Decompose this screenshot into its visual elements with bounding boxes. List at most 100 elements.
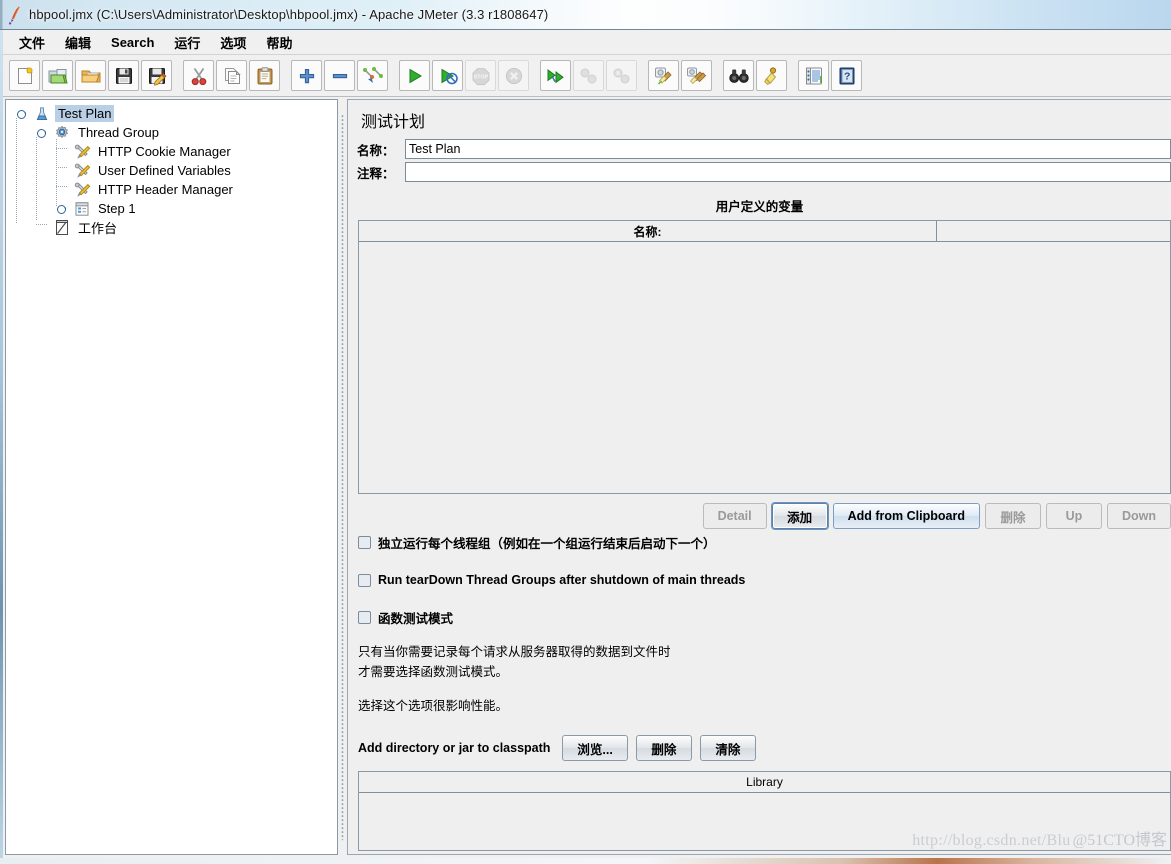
menu-run[interactable]: 运行: [165, 30, 209, 55]
functional-test-mode-row[interactable]: 函数测试模式: [358, 604, 1171, 627]
tree-node-thread-group[interactable]: Thread Group: [14, 123, 337, 142]
tree-connector: [56, 139, 57, 206]
menu-search[interactable]: Search: [102, 32, 163, 53]
tree-node-user-defined-variables[interactable]: User Defined Variables: [14, 161, 337, 180]
menu-edit[interactable]: 编辑: [56, 30, 100, 55]
toolbar-expand-all[interactable]: [291, 60, 322, 91]
toolbar-start[interactable]: [399, 60, 430, 91]
help-line-1: 只有当你需要记录每个请求从服务器取得的数据到文件时: [358, 645, 671, 659]
test-plan-tree: Test Plan Thread Group HTTP Cookie Manag…: [6, 100, 337, 237]
toolbar-remote-shutdown-all: [606, 60, 637, 91]
toolbar-collapse-all[interactable]: [324, 60, 355, 91]
library-table[interactable]: Library: [358, 771, 1171, 851]
test-plan-tree-panel[interactable]: Test Plan Thread Group HTTP Cookie Manag…: [5, 99, 338, 855]
delete-button: 删除: [984, 503, 1041, 529]
toolbar-copy[interactable]: [216, 60, 247, 91]
run-teardown-checkbox[interactable]: [358, 573, 371, 587]
table-body[interactable]: [359, 242, 1170, 493]
add-from-clipboard-button[interactable]: Add from Clipboard: [832, 503, 980, 529]
tree-node-http-cookie-manager[interactable]: HTTP Cookie Manager: [14, 142, 337, 161]
controller-icon: [72, 200, 92, 218]
tree-connector: [16, 118, 17, 224]
tree-label-http-cookie-manager: HTTP Cookie Manager: [98, 144, 231, 159]
functional-mode-help-text: 只有当你需要记录每个请求从服务器取得的数据到文件时 才需要选择函数测试模式。 选…: [358, 642, 1171, 716]
split-pane-divider[interactable]: [338, 99, 347, 855]
tree-node-workbench[interactable]: 工作台: [14, 218, 337, 237]
toolbar-search[interactable]: [723, 60, 754, 91]
window-titlebar: hbpool.jmx (C:\Users\Administrator\Deskt…: [0, 0, 1171, 30]
thread-group-icon: [52, 124, 72, 142]
run-teardown-label: Run tearDown Thread Groups after shutdow…: [378, 573, 746, 587]
jmeter-feather-icon: [7, 5, 23, 25]
toolbar-open[interactable]: [75, 60, 106, 91]
toolbar-stop: STOP: [465, 60, 496, 91]
toolbar-toggle[interactable]: [357, 60, 388, 91]
classpath-clear-button[interactable]: 清除: [699, 735, 756, 761]
table-header-row: 名称:: [359, 221, 1170, 242]
toolbar-start-no-pauses[interactable]: [432, 60, 463, 91]
tree-connector: [36, 137, 37, 220]
column-header-name[interactable]: 名称:: [359, 221, 937, 241]
tree-label-step-1: Step 1: [98, 201, 136, 216]
toolbar-clear[interactable]: [648, 60, 679, 91]
test-plan-editor-panel: 测试计划 名称： 注释： 用户定义的变量 名称: Detail 添加: [347, 99, 1171, 855]
toolbar-help[interactable]: ?: [831, 60, 862, 91]
up-button: Up: [1045, 503, 1102, 529]
toolbar-cut[interactable]: [183, 60, 214, 91]
tree-label-http-header-manager: HTTP Header Manager: [98, 182, 233, 197]
page-title: 测试计划: [361, 114, 426, 131]
svg-text:?: ?: [843, 70, 849, 82]
column-header-library[interactable]: Library: [359, 772, 1170, 793]
menu-options[interactable]: 选项: [211, 30, 255, 55]
comment-field-row: 注释：: [348, 162, 1171, 182]
serialize-threadgroups-checkbox[interactable]: [358, 536, 371, 549]
column-header-value[interactable]: [937, 221, 1170, 241]
add-button[interactable]: 添加: [771, 503, 828, 529]
toolbar-paste[interactable]: [249, 60, 280, 91]
name-input[interactable]: [405, 139, 1171, 159]
expand-handle-icon[interactable]: [56, 199, 72, 218]
tree-node-test-plan[interactable]: Test Plan: [14, 104, 337, 123]
tree-connector: [56, 186, 67, 187]
browse-button[interactable]: 浏览...: [562, 735, 628, 761]
toolbar-shutdown: [498, 60, 529, 91]
tree-label-workbench: 工作台: [78, 221, 118, 236]
serialize-threadgroups-label: 独立运行每个线程组（例如在一个组运行结束后启动下一个）: [378, 537, 716, 551]
toolbar-save-as[interactable]: [141, 60, 172, 91]
toolbar-clear-all[interactable]: [681, 60, 712, 91]
toolbar-templates[interactable]: [42, 60, 73, 91]
comment-label: 注释：: [357, 166, 395, 181]
library-table-body[interactable]: [359, 793, 1170, 850]
table-button-row: Detail 添加 Add from Clipboard 删除 Up Down: [348, 503, 1171, 529]
run-teardown-row[interactable]: Run tearDown Thread Groups after shutdow…: [358, 569, 1171, 587]
user-defined-variables-table[interactable]: 名称:: [358, 220, 1171, 494]
expand-handle-icon[interactable]: [36, 123, 52, 142]
desktop-bottom-strip: [0, 858, 1171, 864]
toolbar: STOP ?: [0, 55, 1171, 97]
tree-label-user-defined-variables: User Defined Variables: [98, 163, 231, 178]
window-title: hbpool.jmx (C:\Users\Administrator\Deskt…: [29, 7, 549, 22]
toolbar-remote-start-all[interactable]: [540, 60, 571, 91]
down-button: Down: [1106, 503, 1171, 529]
functional-test-mode-label: 函数测试模式: [378, 612, 454, 626]
toolbar-reset-search[interactable]: [756, 60, 787, 91]
tree-node-step-1[interactable]: Step 1: [14, 199, 337, 218]
toolbar-remote-stop-all: [573, 60, 604, 91]
toolbar-save[interactable]: [108, 60, 139, 91]
comment-input[interactable]: [405, 162, 1171, 182]
expand-handle-icon[interactable]: [16, 104, 32, 123]
toolbar-function-helper[interactable]: [798, 60, 829, 91]
tree-node-http-header-manager[interactable]: HTTP Header Manager: [14, 180, 337, 199]
menu-help[interactable]: 帮助: [257, 30, 301, 55]
menu-file[interactable]: 文件: [10, 30, 54, 55]
toolbar-new[interactable]: [9, 60, 40, 91]
functional-test-mode-checkbox[interactable]: [358, 611, 371, 624]
tree-connector: [56, 148, 67, 149]
serialize-threadgroups-row[interactable]: 独立运行每个线程组（例如在一个组运行结束后启动下一个）: [358, 529, 1171, 552]
jmeter-main-window: hbpool.jmx (C:\Users\Administrator\Deskt…: [0, 0, 1171, 858]
name-label: 名称：: [357, 143, 395, 158]
detail-button: Detail: [702, 503, 767, 529]
classpath-delete-button[interactable]: 删除: [635, 735, 692, 761]
config-tools-icon: [72, 162, 92, 180]
